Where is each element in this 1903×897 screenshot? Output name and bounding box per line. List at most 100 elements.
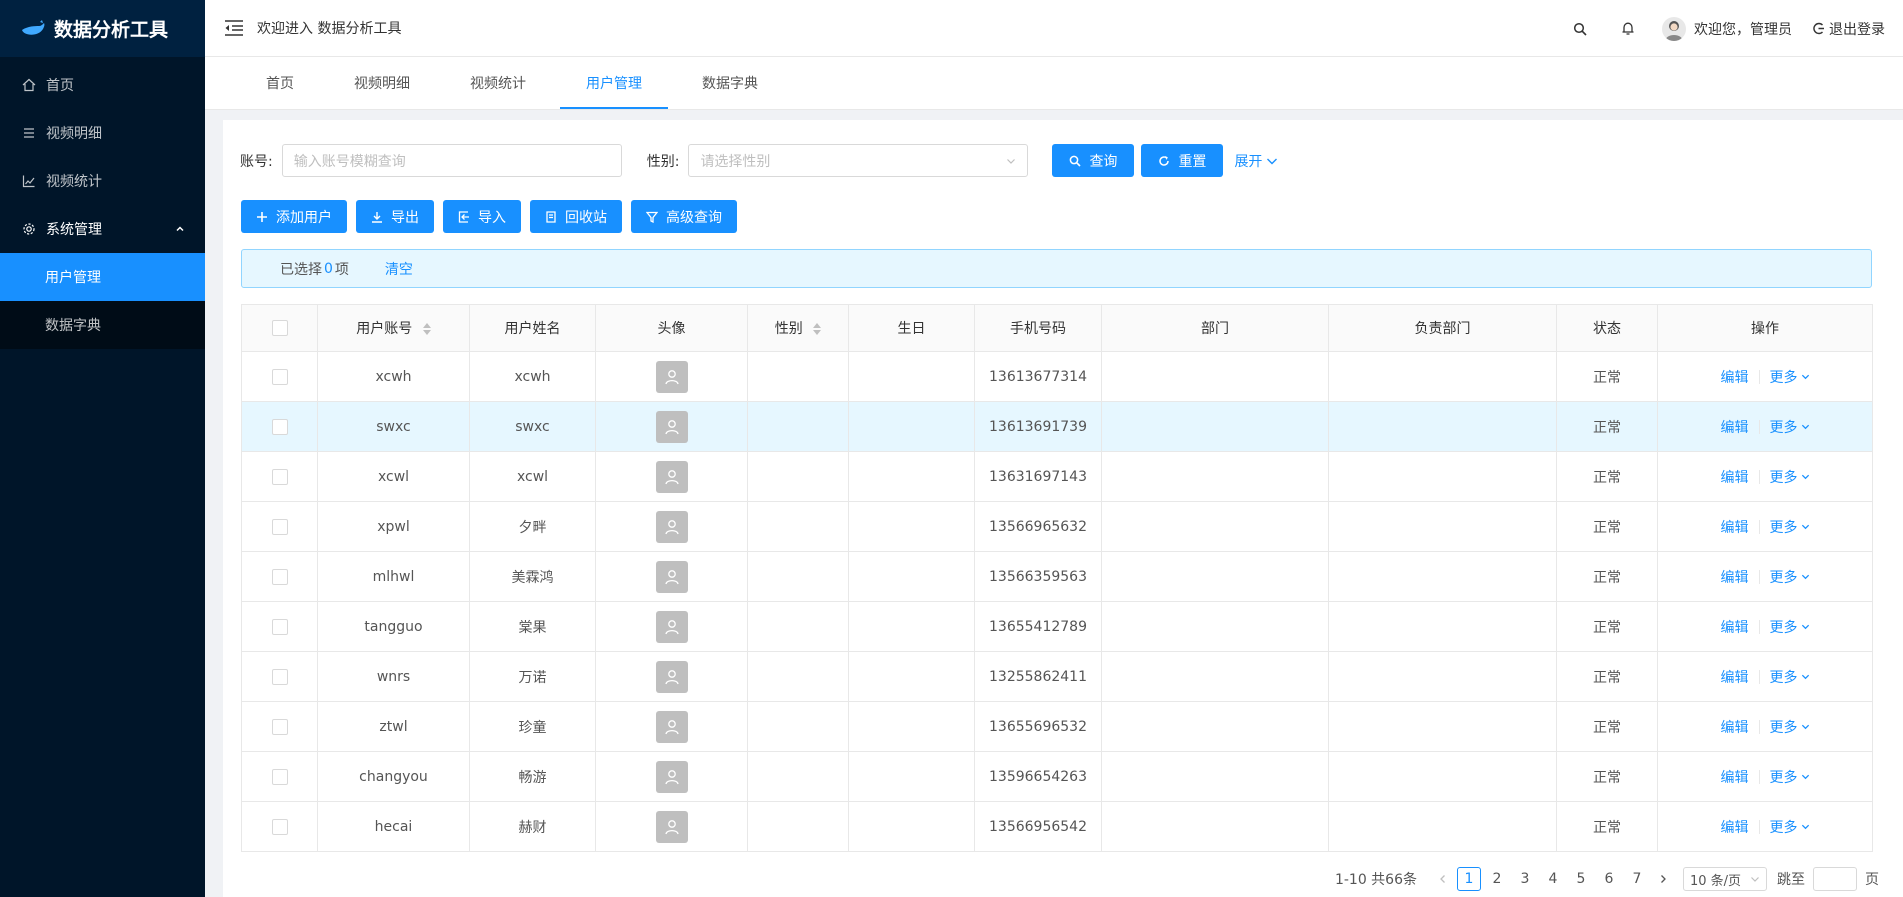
menu-fold-icon[interactable] <box>223 17 245 39</box>
more-dropdown[interactable]: 更多 <box>1770 667 1810 687</box>
prev-page-button[interactable] <box>1431 867 1455 891</box>
row-checkbox[interactable] <box>271 618 288 635</box>
more-dropdown[interactable]: 更多 <box>1770 617 1810 637</box>
table-row[interactable]: xcwl xcwl 13631697143 正常 编辑 更多 <box>241 451 1873 502</box>
page-number-button[interactable]: 6 <box>1597 867 1621 891</box>
tab-data-dictionary[interactable]: 数据字典 <box>676 56 784 109</box>
edit-link[interactable]: 编辑 <box>1721 767 1749 787</box>
sidebar-item-video-stats[interactable]: 视频统计 <box>0 157 205 205</box>
reset-button[interactable]: 重置 <box>1141 144 1224 177</box>
row-checkbox[interactable] <box>271 468 288 485</box>
page-number-button[interactable]: 5 <box>1569 867 1593 891</box>
sidebar-item-home[interactable]: 首页 <box>0 61 205 109</box>
row-checkbox[interactable] <box>271 818 288 835</box>
search-icon[interactable] <box>1556 0 1604 57</box>
table-row[interactable]: tangguo 棠果 13655412789 正常 编辑 更多 <box>241 601 1873 652</box>
user-menu[interactable]: 欢迎您，管理员 <box>1652 16 1804 41</box>
row-checkbox[interactable] <box>271 718 288 735</box>
gender-cell <box>747 551 849 602</box>
tab-home[interactable]: 首页 <box>240 56 320 109</box>
avatar-cell <box>595 351 748 402</box>
select-all-checkbox[interactable] <box>271 320 288 336</box>
page-number-button[interactable]: 1 <box>1457 867 1481 891</box>
sidebar-item-user-management[interactable]: 用户管理 <box>0 253 205 301</box>
table-row[interactable]: swxc swxc 13613691739 正常 编辑 更多 <box>241 401 1873 452</box>
plus-icon <box>257 211 267 222</box>
column-header-gender[interactable]: 性别 <box>747 304 849 352</box>
edit-link[interactable]: 编辑 <box>1721 517 1749 537</box>
account-label: 账号: <box>240 153 273 170</box>
more-dropdown[interactable]: 更多 <box>1770 717 1810 737</box>
more-dropdown[interactable]: 更多 <box>1770 467 1810 487</box>
sidebar-item-system[interactable]: 系统管理 <box>0 205 205 253</box>
logo[interactable]: 数据分析工具 <box>0 0 205 57</box>
edit-link[interactable]: 编辑 <box>1721 417 1749 437</box>
table-row[interactable]: mlhwl 美霖鸿 13566359563 正常 编辑 更多 <box>241 551 1873 602</box>
table-row[interactable]: ztwl 珍童 13655696532 正常 编辑 更多 <box>241 701 1873 752</box>
account-cell: ztwl <box>317 701 470 752</box>
bell-icon[interactable] <box>1604 0 1652 57</box>
sidebar-item-video-detail[interactable]: 视频明细 <box>0 109 205 157</box>
row-checkbox[interactable] <box>271 568 288 585</box>
recycle-bin-button[interactable]: 回收站 <box>530 200 622 233</box>
tab-video-detail[interactable]: 视频明细 <box>328 56 436 109</box>
table-row[interactable]: xpwl 夕畔 13566965632 正常 编辑 更多 <box>241 501 1873 552</box>
row-checkbox[interactable] <box>271 668 288 685</box>
page-number-button[interactable]: 2 <box>1485 867 1509 891</box>
row-checkbox[interactable] <box>271 768 288 785</box>
logout-button[interactable]: 退出登录 <box>1804 19 1903 39</box>
actions-cell: 编辑 更多 <box>1657 751 1873 802</box>
table-row[interactable]: wnrs 万诺 13255862411 正常 编辑 更多 <box>241 651 1873 702</box>
phone-cell: 13631697143 <box>974 451 1102 502</box>
column-header-name: 用户姓名 <box>469 304 596 352</box>
page-number-button[interactable]: 7 <box>1625 867 1649 891</box>
column-title: 生日 <box>897 321 926 337</box>
more-dropdown[interactable]: 更多 <box>1770 817 1810 837</box>
row-checkbox[interactable] <box>271 518 288 535</box>
more-dropdown[interactable]: 更多 <box>1770 517 1810 537</box>
table-row[interactable]: hecai 赫财 13566956542 正常 编辑 更多 <box>241 801 1873 852</box>
edit-link[interactable]: 编辑 <box>1721 617 1749 637</box>
line-chart-icon <box>22 174 36 188</box>
import-button[interactable]: 导入 <box>443 200 521 233</box>
table-row[interactable]: changyou 畅游 13596654263 正常 编辑 更多 <box>241 751 1873 802</box>
row-select-cell <box>241 801 318 852</box>
export-button[interactable]: 导出 <box>356 200 434 233</box>
page-number-button[interactable]: 3 <box>1513 867 1537 891</box>
more-dropdown[interactable]: 更多 <box>1770 367 1810 387</box>
jump-page-input[interactable] <box>1813 867 1857 891</box>
table-header-row: 用户账号 用户姓名 头像 性别 生日 手机号码 部门 负责部门 状态 操作 <box>241 304 1873 352</box>
edit-link[interactable]: 编辑 <box>1721 367 1749 387</box>
edit-link[interactable]: 编辑 <box>1721 567 1749 587</box>
more-dropdown[interactable]: 更多 <box>1770 567 1810 587</box>
birthday-cell <box>848 501 975 552</box>
sort-icon[interactable] <box>813 323 822 335</box>
page-number-button[interactable]: 4 <box>1541 867 1565 891</box>
row-checkbox[interactable] <box>271 418 288 435</box>
edit-link[interactable]: 编辑 <box>1721 717 1749 737</box>
sort-icon[interactable] <box>422 323 431 335</box>
more-dropdown[interactable]: 更多 <box>1770 767 1810 787</box>
tab-user-management[interactable]: 用户管理 <box>560 56 668 109</box>
query-button[interactable]: 查询 <box>1052 144 1135 177</box>
sidebar-item-data-dictionary[interactable]: 数据字典 <box>0 301 205 349</box>
jump-label: 跳至 <box>1777 872 1805 888</box>
row-checkbox[interactable] <box>271 368 288 385</box>
edit-link[interactable]: 编辑 <box>1721 817 1749 837</box>
add-user-button[interactable]: 添加用户 <box>241 200 347 233</box>
account-search-input[interactable]: 输入账号模糊查询 <box>281 144 622 177</box>
edit-link[interactable]: 编辑 <box>1721 467 1749 487</box>
column-header-account[interactable]: 用户账号 <box>317 304 470 352</box>
advanced-query-button[interactable]: 高级查询 <box>631 200 737 233</box>
more-dropdown[interactable]: 更多 <box>1770 417 1810 437</box>
name-cell: 珍童 <box>469 701 596 752</box>
page-size-select[interactable]: 10 条/页 <box>1683 867 1767 891</box>
edit-link[interactable]: 编辑 <box>1721 667 1749 687</box>
divider <box>1758 719 1760 734</box>
tab-video-stats[interactable]: 视频统计 <box>444 56 552 109</box>
table-row[interactable]: xcwh xcwh 13613677314 正常 编辑 更多 <box>241 351 1873 402</box>
gender-select[interactable]: 请选择性别 <box>688 144 1029 177</box>
expand-toggle[interactable]: 展开 <box>1234 151 1278 171</box>
next-page-button[interactable] <box>1651 867 1675 891</box>
clear-selection-link[interactable]: 清空 <box>385 259 413 279</box>
